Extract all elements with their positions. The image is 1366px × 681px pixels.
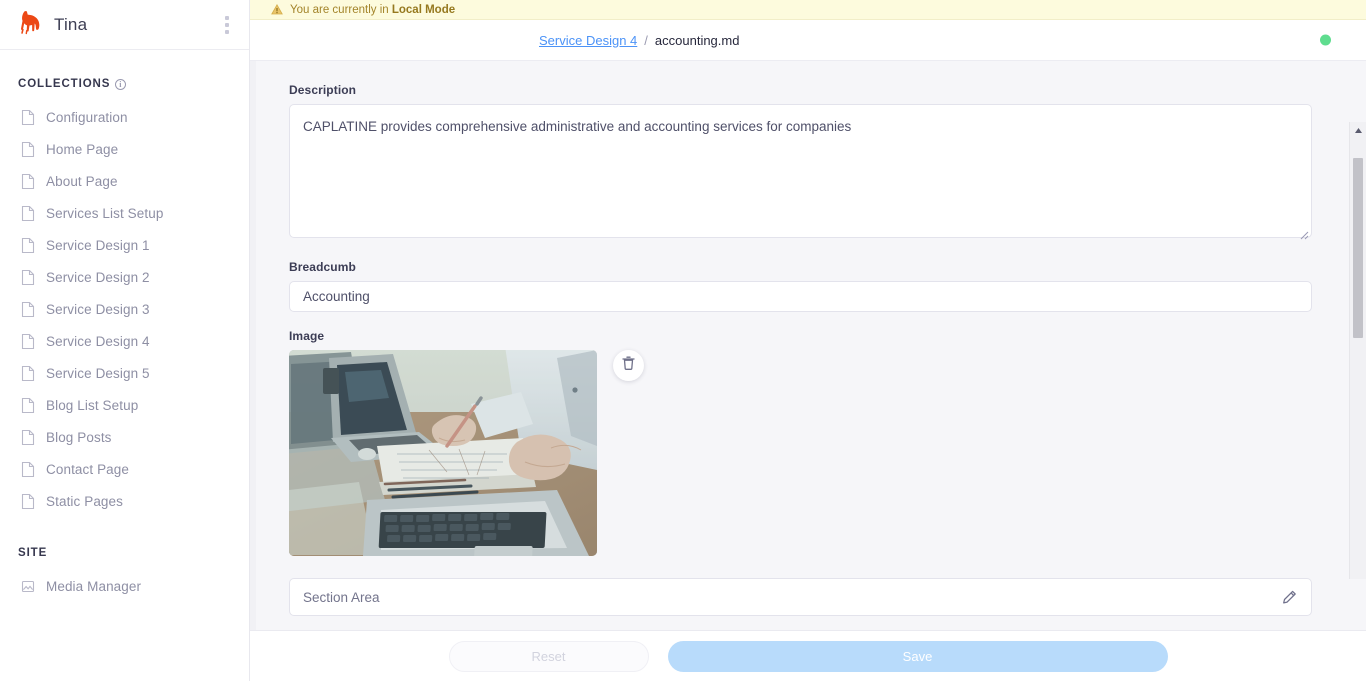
sidebar-item-label: Static Pages: [46, 493, 123, 509]
status-badge[interactable]: [1320, 34, 1331, 46]
description-label: Description: [289, 83, 357, 97]
sidebar-item-contact-page[interactable]: Contact Page: [0, 453, 249, 485]
image-thumbnail[interactable]: [289, 350, 597, 556]
brand[interactable]: Tina: [18, 9, 219, 40]
scrollbar-thumb[interactable]: [1353, 158, 1363, 338]
brand-name: Tina: [54, 14, 88, 34]
caret-up-icon[interactable]: [1350, 122, 1366, 139]
sidebar-item-label: Blog List Setup: [46, 397, 139, 413]
sidebar: Tina COLLECTIONS i Configuration Home Pa…: [0, 0, 250, 681]
document-icon: [20, 301, 36, 318]
sidebar-item-label: Media Manager: [46, 578, 142, 594]
sidebar-header: Tina: [0, 0, 249, 50]
sidebar-item-label: Service Design 2: [46, 269, 150, 285]
document-icon: [20, 493, 36, 510]
document-icon: [20, 397, 36, 414]
sidebar-item-service-design-1[interactable]: Service Design 1: [0, 229, 249, 261]
section-area-label: Section Area: [303, 589, 380, 605]
local-mode-banner: You are currently in Local Mode: [250, 0, 1366, 20]
sidebar-item-label: About Page: [46, 173, 118, 189]
document-icon: [20, 365, 36, 382]
document-icon: [20, 109, 36, 126]
main-panel: You are currently in Local Mode Service …: [250, 0, 1366, 681]
sidebar-item-label: Service Design 1: [46, 237, 150, 253]
collections-nav-list: Configuration Home Page About Page Servi…: [0, 101, 249, 517]
banner-text-prefix: You are currently in: [290, 3, 392, 16]
delete-image-button[interactable]: [613, 350, 644, 381]
document-icon: [20, 461, 36, 478]
trash-icon: [621, 355, 636, 376]
form-content: Description Breadcumb I: [256, 61, 1366, 630]
warning-triangle-icon: [271, 3, 283, 15]
sidebar-item-label: Services List Setup: [46, 205, 164, 221]
banner-text: You are currently in Local Mode: [290, 4, 455, 16]
sidebar-item-media-manager[interactable]: Media Manager: [0, 570, 249, 602]
site-section-title: SITE: [0, 547, 249, 559]
sidebar-item-about-page[interactable]: About Page: [0, 165, 249, 197]
section-area-group[interactable]: Section Area: [289, 578, 1312, 616]
sidebar-item-label: Contact Page: [46, 461, 130, 477]
sidebar-item-label: Blog Posts: [46, 429, 112, 445]
sidebar-item-service-design-5[interactable]: Service Design 5: [0, 357, 249, 389]
sidebar-item-service-design-3[interactable]: Service Design 3: [0, 293, 249, 325]
breadcumb-field: Breadcumb: [289, 260, 1312, 312]
reset-button[interactable]: Reset: [448, 640, 649, 672]
vertical-scrollbar[interactable]: [1349, 122, 1366, 579]
breadcrumb-current: accounting.md: [654, 32, 740, 48]
document-icon: [20, 333, 36, 350]
collections-label: COLLECTIONS: [18, 78, 111, 90]
image-field: Image: [289, 329, 1312, 556]
breadcumb-label: Breadcumb: [289, 260, 356, 274]
document-icon: [20, 237, 36, 254]
app-root: Tina COLLECTIONS i Configuration Home Pa…: [0, 0, 1366, 681]
document-icon: [20, 429, 36, 446]
sidebar-item-configuration[interactable]: Configuration: [0, 101, 249, 133]
sidebar-item-blog-list-setup[interactable]: Blog List Setup: [0, 389, 249, 421]
sidebar-item-service-design-4[interactable]: Service Design 4: [0, 325, 249, 357]
sidebar-item-label: Home Page: [46, 141, 119, 157]
collections-section-title: COLLECTIONS i: [0, 78, 249, 90]
sidebar-item-static-pages[interactable]: Static Pages: [0, 485, 249, 517]
image-block: [289, 350, 1312, 556]
document-icon: [20, 205, 36, 222]
banner-mode: Local Mode: [391, 3, 456, 16]
kebab-menu-icon[interactable]: [219, 12, 235, 38]
description-textarea-wrap: [289, 104, 1312, 243]
sidebar-item-service-design-2[interactable]: Service Design 2: [0, 261, 249, 293]
breadcrumb: Service Design 4 / accounting.md: [250, 20, 1366, 61]
sidebar-item-services-list-setup[interactable]: Services List Setup: [0, 197, 249, 229]
sidebar-item-blog-posts[interactable]: Blog Posts: [0, 421, 249, 453]
site-label: SITE: [18, 547, 48, 559]
sidebar-item-label: Service Design 3: [46, 301, 150, 317]
breadcrumb-separator: /: [644, 32, 648, 48]
site-nav-list: Media Manager: [0, 570, 249, 602]
breadcumb-input[interactable]: [289, 281, 1312, 312]
sidebar-item-label: Service Design 4: [46, 333, 150, 349]
sidebar-item-label: Configuration: [46, 109, 128, 125]
sidebar-item-label: Service Design 5: [46, 365, 150, 381]
description-field: Description: [289, 83, 1312, 243]
document-icon: [20, 269, 36, 286]
breadcrumb-parent-link[interactable]: Service Design 4: [539, 33, 637, 48]
media-image-icon: [20, 578, 36, 595]
document-icon: [20, 173, 36, 190]
pencil-icon[interactable]: [1281, 589, 1298, 606]
sidebar-item-home-page[interactable]: Home Page: [0, 133, 249, 165]
form-scroll-region: Description Breadcumb I: [250, 61, 1366, 630]
image-label: Image: [289, 329, 325, 343]
save-button[interactable]: Save: [667, 640, 1168, 672]
action-bar: Reset Save: [250, 630, 1366, 681]
llama-logo-icon: [18, 9, 42, 40]
description-input[interactable]: [289, 104, 1312, 238]
document-icon: [20, 141, 36, 158]
info-icon[interactable]: i: [115, 78, 127, 90]
